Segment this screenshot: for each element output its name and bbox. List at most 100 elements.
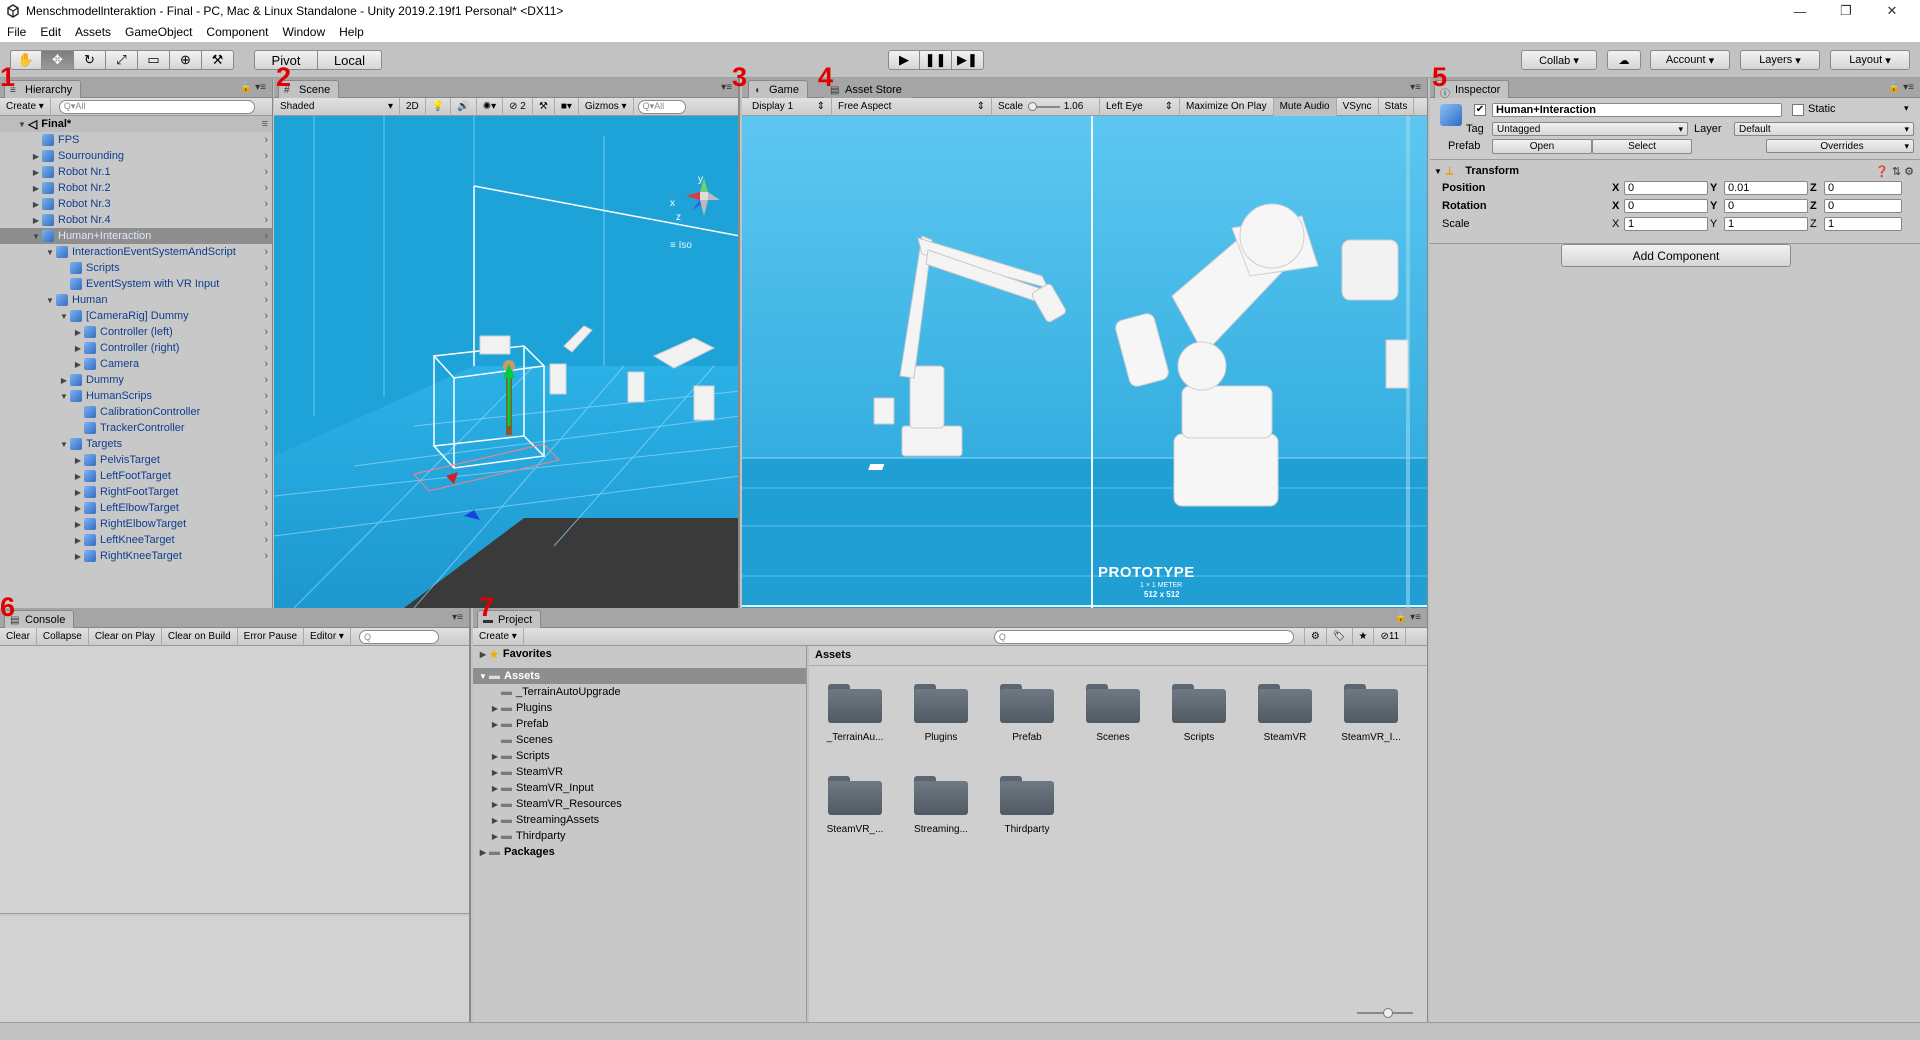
expand-arrow-icon[interactable]: ▶ — [30, 216, 42, 225]
move-tool-icon[interactable]: ✥ — [42, 50, 74, 70]
custom-tool-icon[interactable]: ⚒ — [202, 50, 234, 70]
console-collapse-button[interactable]: Collapse — [37, 627, 89, 646]
tab-asset-store[interactable]: ▤ Asset Store — [824, 80, 911, 98]
project-folder-item[interactable]: ▶ ▬ SteamVR_Resources — [473, 796, 806, 812]
hierarchy-item[interactable]: ▼ Human › — [0, 292, 272, 308]
hierarchy-item[interactable]: ▶ Controller (right) › — [0, 340, 272, 356]
chevron-right-icon[interactable]: › — [264, 246, 268, 258]
expand-arrow-icon[interactable]: ▶ — [489, 720, 501, 729]
tools-icon[interactable]: ⚒ — [533, 97, 555, 116]
expand-arrow-icon[interactable]: ▶ — [72, 456, 84, 465]
menu-component[interactable]: Component — [199, 25, 275, 39]
chevron-right-icon[interactable]: › — [264, 262, 268, 274]
scene-viewport[interactable]: y x z ≡ Iso — [274, 116, 738, 608]
expand-arrow-icon[interactable]: ▼ — [16, 120, 28, 129]
eye-dropdown[interactable]: Left Eye ⇕ — [1100, 97, 1180, 116]
expand-arrow-icon[interactable]: ▶ — [72, 552, 84, 561]
chevron-right-icon[interactable]: › — [264, 470, 268, 482]
expand-arrow-icon[interactable]: ▶ — [489, 752, 501, 761]
hierarchy-item[interactable]: FPS › — [0, 132, 272, 148]
packages-row[interactable]: ▶ ▬ Packages — [473, 844, 806, 860]
component-help-icon[interactable]: ❓ ⇅ ⚙ — [1875, 165, 1914, 178]
hierarchy-item[interactable]: ▶ Robot Nr.3 › — [0, 196, 272, 212]
chevron-right-icon[interactable]: › — [264, 150, 268, 162]
expand-arrow-icon[interactable]: ▼ — [58, 440, 70, 449]
expand-arrow-icon[interactable]: ▶ — [30, 184, 42, 193]
chevron-right-icon[interactable]: › — [264, 454, 268, 466]
panel-menu-icon[interactable]: ▾≡ — [452, 612, 463, 623]
hierarchy-item[interactable]: ▶ PelvisTarget › — [0, 452, 272, 468]
hierarchy-item[interactable]: ▶ Robot Nr.1 › — [0, 164, 272, 180]
asset-folder[interactable]: SteamVR_I... — [1333, 680, 1409, 743]
menu-edit[interactable]: Edit — [33, 25, 68, 39]
step-button[interactable]: ▶❚ — [952, 50, 984, 70]
layers-dropdown[interactable]: Layers ▾ — [1740, 50, 1820, 70]
hierarchy-search-input[interactable]: Q▾All — [58, 99, 255, 114]
shading-dropdown[interactable]: Shaded ▾ — [274, 97, 400, 116]
minimize-button[interactable]: — — [1777, 0, 1823, 22]
expand-arrow-icon[interactable]: ▶ — [489, 784, 501, 793]
chevron-right-icon[interactable]: › — [264, 406, 268, 418]
rect-tool-icon[interactable]: ▭ — [138, 50, 170, 70]
expand-arrow-icon[interactable]: ▼ — [58, 392, 70, 401]
asset-folder[interactable]: Scenes — [1075, 680, 1151, 743]
scale-x-field[interactable]: 1 — [1624, 217, 1708, 231]
hierarchy-item[interactable]: ▶ Robot Nr.2 › — [0, 180, 272, 196]
position-y-field[interactable]: 0.01 — [1724, 181, 1808, 195]
hierarchy-item[interactable]: ▶ RightKneeTarget › — [0, 548, 272, 564]
console-editor-dropdown[interactable]: Editor ▾ — [304, 627, 351, 646]
expand-arrow-icon[interactable]: ▶ — [72, 472, 84, 481]
expand-arrow-icon[interactable]: ▶ — [72, 536, 84, 545]
chevron-right-icon[interactable]: › — [264, 134, 268, 146]
chevron-right-icon[interactable]: › — [264, 486, 268, 498]
hierarchy-item[interactable]: ▶ LeftElbowTarget › — [0, 500, 272, 516]
game-viewport[interactable]: PROTOTYPE 1 × 1 METER 512 x 512 — [742, 116, 1427, 608]
project-folder-item[interactable]: ▶ ▬ Thirdparty — [473, 828, 806, 844]
hierarchy-item[interactable]: ▼ HumanScrips › — [0, 388, 272, 404]
iso-label[interactable]: ≡ Iso — [670, 240, 692, 251]
chevron-right-icon[interactable]: › — [264, 294, 268, 306]
expand-arrow-icon[interactable]: ▶ — [58, 376, 70, 385]
tab-game[interactable]: ◖ Game — [748, 80, 808, 98]
panel-menu-icon[interactable]: 🔒 ▾≡ — [1888, 82, 1914, 93]
camera-icon[interactable]: ■▾ — [555, 97, 579, 116]
console-clear-button[interactable]: Clear — [0, 627, 37, 646]
chevron-right-icon[interactable]: › — [264, 182, 268, 194]
expand-arrow-icon[interactable]: ▶ — [72, 360, 84, 369]
assets-breadcrumb[interactable]: Assets — [809, 646, 1427, 666]
maximize-button[interactable]: ❐ — [1823, 0, 1869, 22]
hierarchy-item[interactable]: ▶ Controller (left) › — [0, 324, 272, 340]
maximize-on-play-toggle[interactable]: Maximize On Play — [1180, 97, 1274, 116]
layer-dropdown[interactable]: Default — [1734, 122, 1914, 136]
expand-arrow-icon[interactable]: ▶ — [30, 152, 42, 161]
close-button[interactable]: ✕ — [1869, 0, 1915, 22]
chevron-right-icon[interactable]: › — [264, 326, 268, 338]
console-clear-on-build-button[interactable]: Clear on Build — [162, 627, 238, 646]
prefab-select-button[interactable]: Select — [1592, 139, 1692, 154]
favorites-row[interactable]: ▶ ★ Favorites — [473, 646, 806, 662]
chevron-right-icon[interactable]: › — [264, 278, 268, 290]
scale-z-field[interactable]: 1 — [1824, 217, 1902, 231]
add-component-button[interactable]: Add Component — [1561, 244, 1791, 267]
effects-icon[interactable]: ✺▾ — [477, 97, 504, 116]
chevron-right-icon[interactable]: › — [264, 342, 268, 354]
asset-folder[interactable]: SteamVR_... — [817, 772, 893, 835]
hierarchy-item[interactable]: ▶ RightFootTarget › — [0, 484, 272, 500]
chevron-right-icon[interactable]: › — [264, 358, 268, 370]
console-log-list[interactable] — [0, 646, 469, 914]
asset-folder[interactable]: SteamVR — [1247, 680, 1323, 743]
position-z-field[interactable]: 0 — [1824, 181, 1902, 195]
account-dropdown[interactable]: Account ▾ — [1650, 50, 1730, 70]
cloud-icon[interactable]: ☁ — [1607, 50, 1641, 70]
console-clear-on-play-button[interactable]: Clear on Play — [89, 627, 162, 646]
expand-arrow-icon[interactable]: ▼ — [58, 312, 70, 321]
expand-arrow-icon[interactable]: ▶ — [489, 768, 501, 777]
hierarchy-item[interactable]: ▼ [CameraRig] Dummy › — [0, 308, 272, 324]
pause-button[interactable]: ❚❚ — [920, 50, 952, 70]
slider-thumb[interactable] — [1383, 1008, 1393, 1018]
rotate-tool-icon[interactable]: ↻ — [74, 50, 106, 70]
project-folder-item[interactable]: ▶ ▬ Scripts — [473, 748, 806, 764]
play-button[interactable]: ▶ — [888, 50, 920, 70]
hierarchy-item[interactable]: ▶ LeftFootTarget › — [0, 468, 272, 484]
scene-row[interactable]: ▼ ◁ Final* ≡ — [0, 116, 272, 132]
